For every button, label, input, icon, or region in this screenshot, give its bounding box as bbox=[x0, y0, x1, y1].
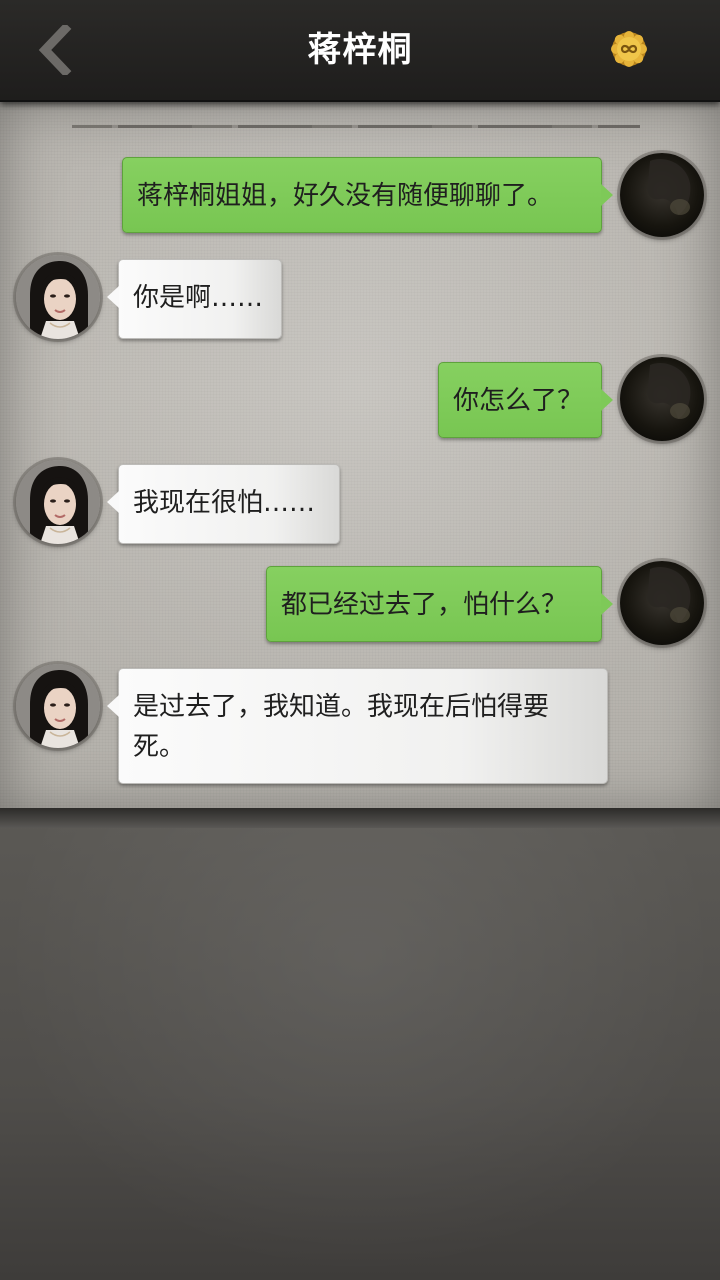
message-text: 你怎么了？ bbox=[453, 386, 584, 416]
top-bar: 蒋梓桐 bbox=[0, 0, 720, 102]
message-text: 蒋梓桐姐姐，好久没有随便聊聊了。 bbox=[137, 181, 554, 211]
divider bbox=[72, 125, 640, 128]
avatar-contact[interactable] bbox=[16, 460, 100, 544]
message-bubble-sent[interactable]: 你怎么了？ bbox=[438, 362, 613, 438]
paper-edge bbox=[0, 808, 720, 828]
avatar-me[interactable] bbox=[620, 153, 704, 237]
message-bubble-received[interactable]: 我现在很怕…… bbox=[107, 464, 340, 544]
contact-avatar-icon bbox=[16, 255, 100, 339]
avatar-me[interactable] bbox=[620, 561, 704, 645]
message-text: 都已经过去了，怕什么？ bbox=[281, 590, 568, 620]
message-bubble-sent[interactable]: 蒋梓桐姐姐，好久没有随便聊聊了。 bbox=[122, 157, 613, 233]
infinity-badge-icon bbox=[611, 31, 647, 67]
infinity-badge-button[interactable] bbox=[610, 30, 648, 68]
message-bubble-sent[interactable]: 都已经过去了，怕什么？ bbox=[266, 566, 613, 642]
avatar-contact[interactable] bbox=[16, 255, 100, 339]
avatar-me[interactable] bbox=[620, 357, 704, 441]
user-avatar-icon bbox=[620, 357, 704, 441]
message-bubble-received[interactable]: 是过去了，我知道。我现在后怕得要死。 bbox=[107, 668, 608, 784]
user-avatar-icon bbox=[620, 561, 704, 645]
user-avatar-icon bbox=[620, 153, 704, 237]
background-area bbox=[0, 818, 720, 1280]
message-text: 我现在很怕…… bbox=[133, 488, 316, 518]
contact-avatar-icon bbox=[16, 460, 100, 544]
contact-avatar-icon bbox=[16, 664, 100, 748]
avatar-contact[interactable] bbox=[16, 664, 100, 748]
message-text: 是过去了，我知道。我现在后怕得要死。 bbox=[133, 692, 550, 762]
message-bubble-received[interactable]: 你是啊…… bbox=[107, 259, 282, 339]
message-text: 你是啊…… bbox=[133, 283, 264, 313]
